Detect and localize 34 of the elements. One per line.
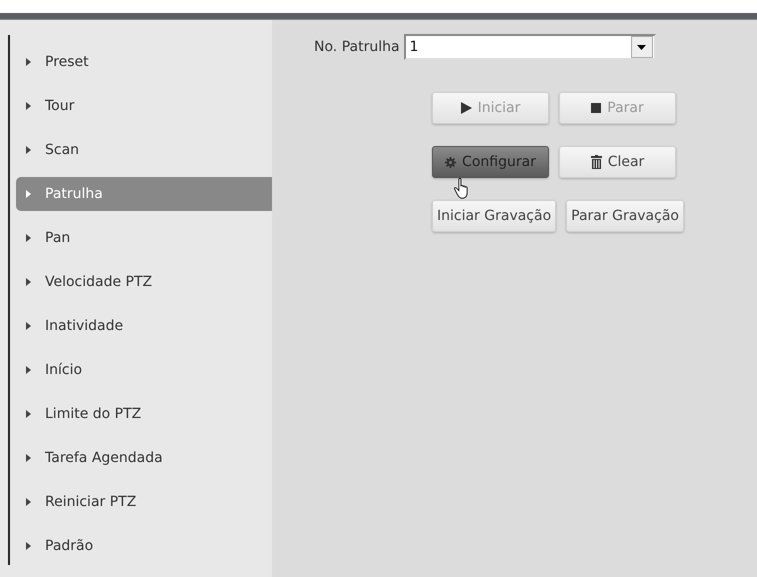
stop-icon [591,103,602,113]
arrow-icon [26,454,31,462]
menu-item[interactable]: Velocidade PTZ [16,265,272,299]
menu-item[interactable]: Reiniciar PTZ [16,485,272,519]
menu-item[interactable]: Scan [16,133,272,167]
arrow-icon [26,498,31,506]
arrow-icon [26,146,31,154]
menu-item[interactable]: Preset [16,45,272,79]
play-icon [460,102,472,114]
trash-icon [590,155,602,169]
arrow-icon [26,366,31,374]
arrow-icon [26,322,31,330]
arrow-icon [26,278,31,286]
settings-icon [445,156,456,168]
action-button[interactable]: Iniciar Gravação [432,200,556,232]
dropdown-arrow-icon [637,44,646,50]
patrol-number-dropdown[interactable]: 1 [404,34,656,60]
arrow-icon [26,542,31,550]
menu-item[interactable]: Limite do PTZ [16,397,272,431]
menu-item[interactable]: Início [16,353,272,387]
action-button[interactable]: Parar Gravação [566,200,684,232]
menu-item[interactable]: Patrulha [16,177,272,211]
menu-item[interactable]: Inatividade [16,309,272,343]
action-button[interactable]: Clear [559,146,676,178]
arrow-icon [26,234,31,242]
menu-item[interactable]: Padrão [16,529,272,563]
field-label: No. Patrulha [314,39,400,55]
menu-item[interactable]: Tarefa Agendada [16,441,272,475]
menu-item[interactable]: Tour [16,89,272,123]
menu-item[interactable]: Pan [16,221,272,255]
arrow-icon [26,58,31,66]
arrow-icon [26,102,31,110]
arrow-icon [26,190,31,198]
arrow-icon [26,410,31,418]
